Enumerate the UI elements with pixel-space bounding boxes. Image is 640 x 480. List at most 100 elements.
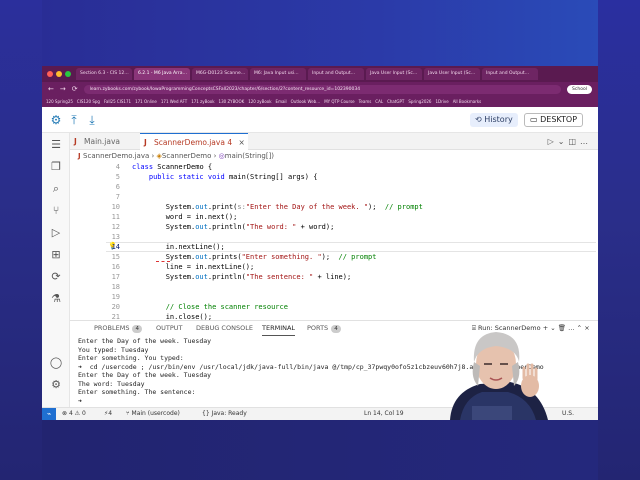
code-line: 16 line = in.nextLine(); [70, 262, 598, 272]
more-icon[interactable]: … [580, 137, 592, 146]
code-token: class [132, 163, 158, 171]
panel-tab[interactable]: DEBUG CONSOLE [196, 321, 253, 335]
browser-tab[interactable]: Java User Input (Sc… [424, 68, 480, 80]
manage-gear-icon[interactable]: ⚙ [48, 377, 64, 393]
run-icon[interactable]: ▷ [548, 137, 558, 146]
maximize-panel-icon[interactable]: ⌃ [577, 324, 582, 332]
line-code: System.out.prints("Enter something. "); … [132, 252, 377, 262]
branch-status[interactable]: ⑂ Main (usercode) [126, 408, 180, 420]
close-panel-icon[interactable]: × [584, 324, 589, 332]
code-editor[interactable]: 💡 4 class ScannerDemo {5 public static vo… [70, 162, 598, 321]
browser-tab[interactable]: M6: Java Input usi… [250, 68, 306, 80]
bookmark-item[interactable]: 120 Spring25 [46, 99, 73, 104]
search-icon[interactable]: ⌕ [48, 181, 64, 197]
bookmark-item[interactable]: CAL [375, 99, 383, 104]
close-window-button[interactable] [47, 71, 53, 77]
browser-tab[interactable]: Input and Output… [308, 68, 364, 80]
line-code: System.out.print(s:"Enter the Day of the… [132, 202, 423, 212]
bookmark-item[interactable]: 171 Wed AFT [161, 99, 187, 104]
reload-icon[interactable]: ⟳ [72, 82, 78, 96]
code-token: "The word: " [245, 223, 297, 231]
panel-tab[interactable]: TERMINAL [262, 321, 296, 336]
bookmark-item[interactable]: 171 Online [135, 99, 157, 104]
java-projects-icon[interactable]: ⟳ [48, 269, 64, 285]
bookmark-item[interactable]: MY QTP Course [324, 99, 354, 104]
panel-tab[interactable]: PORTS 4 [307, 321, 341, 335]
code-token: // Close the scanner resource [165, 303, 288, 311]
bookmark-item[interactable]: Teams [359, 99, 372, 104]
bookmark-item[interactable]: Spring2026 [408, 99, 431, 104]
upload-icon[interactable]: ⤒ [66, 112, 82, 128]
history-label: History [484, 115, 513, 124]
split-editor-icon[interactable]: ◫ [568, 137, 580, 146]
bookmark-item[interactable]: Outlook Web… [291, 99, 321, 104]
browser-tab[interactable]: Java User Input (Sc… [366, 68, 422, 80]
panel-tab[interactable]: OUTPUT [156, 321, 183, 335]
back-icon[interactable]: ← [48, 82, 54, 96]
code-token: line = in.nextLine(); [132, 263, 255, 271]
line-number: 13 [111, 233, 120, 241]
profile-button[interactable]: School [567, 84, 592, 94]
history-button[interactable]: ⟲ History [470, 113, 518, 127]
ports-status[interactable]: ⚡4 [104, 408, 112, 420]
browser-tab[interactable]: Input and Output… [482, 68, 538, 80]
bookmark-item[interactable]: Email [276, 99, 287, 104]
tab-label: ScannerDemo.java 4 [154, 138, 233, 147]
browser-tab[interactable]: M6G-D0123 Scanne… [192, 68, 248, 80]
bookmark-item[interactable]: 171 zyBook [191, 99, 214, 104]
bookmark-item[interactable]: 1Drive [435, 99, 448, 104]
line-number: 4 [115, 163, 120, 171]
tab-scannerdemo-java[interactable]: J ScannerDemo.java 4 × [140, 133, 248, 150]
bookmark-item[interactable]: Fall25 CIS171 [104, 99, 131, 104]
bookmark-item[interactable]: All Bookmarks [453, 99, 482, 104]
bookmark-item[interactable]: ChatGPT [387, 99, 404, 104]
browser-tab[interactable]: 6.2.1 - M6 Java Arra… [134, 68, 190, 80]
extensions-icon[interactable]: ⊞ [48, 247, 64, 263]
line-number: 20 [111, 303, 120, 311]
line-code: public static void main(String[] args) { [132, 172, 318, 182]
explorer-icon[interactable]: ❐ [48, 159, 64, 175]
code-line: 13 [70, 232, 598, 242]
chevron-down-icon[interactable]: ⌄ [558, 137, 569, 146]
problems-status[interactable]: ⊗ 4 ⚠ 0 [62, 408, 86, 420]
cursor-position[interactable]: Ln 14, Col 19 [364, 408, 404, 420]
settings-gear-icon[interactable]: ⚙ [48, 112, 64, 128]
testing-icon[interactable]: ⚗ [48, 291, 64, 307]
line-number: 5 [115, 173, 120, 181]
panel-tab-badge: 4 [132, 325, 142, 333]
maximize-window-button[interactable] [65, 71, 71, 77]
code-token: ScannerDemo { [157, 163, 213, 171]
code-token: .print( [207, 203, 238, 211]
run-debug-icon[interactable]: ▷ [48, 225, 64, 241]
line-number: 7 [115, 193, 120, 201]
source-control-icon[interactable]: ⑂ [48, 203, 64, 219]
close-tab-icon[interactable]: × [238, 138, 244, 147]
download-icon[interactable]: ⤓ [84, 112, 100, 128]
line-number: 16 [111, 263, 120, 271]
tab-main-java[interactable]: J Main.java [70, 133, 140, 150]
code-token: out [195, 203, 208, 211]
menu-icon[interactable]: ☰ [48, 137, 64, 153]
panel-tab[interactable]: PROBLEMS 4 [94, 321, 142, 335]
breadcrumb-method[interactable]: main(String[]) [225, 152, 274, 160]
code-token: out [195, 253, 208, 261]
breadcrumb-file[interactable]: ScannerDemo.java [83, 152, 149, 160]
bookmark-item[interactable]: 120 zyBook [248, 99, 271, 104]
line-code: System.out.println("The sentence: " + li… [132, 272, 351, 282]
desktop-button[interactable]: ▭ DESKTOP [524, 113, 584, 127]
bookmark-item[interactable]: CIS120 Spg [77, 99, 100, 104]
code-token: public static void [148, 173, 229, 181]
minimize-window-button[interactable] [56, 71, 62, 77]
url-input[interactable]: learn.zybooks.com/zybook/IowaProgramming… [83, 84, 562, 94]
browser-tab[interactable]: Section 6.3 - CIS 12… [76, 68, 132, 80]
keyboard-layout[interactable]: U.S. [562, 408, 574, 420]
forward-icon[interactable]: → [60, 82, 66, 96]
bookmark-item[interactable]: 130 ZYBOOK [219, 99, 245, 104]
breadcrumb-class[interactable]: ScannerDemo [162, 152, 211, 160]
more-icon[interactable]: … [568, 324, 575, 332]
remote-icon[interactable]: ⌁ [42, 408, 56, 420]
java-status[interactable]: {} Java: Ready [202, 408, 247, 420]
account-icon[interactable]: ◯ [48, 355, 64, 371]
browser-tab-bar: Section 6.3 - CIS 12… 6.2.1 - M6 Java Arr… [42, 66, 598, 82]
